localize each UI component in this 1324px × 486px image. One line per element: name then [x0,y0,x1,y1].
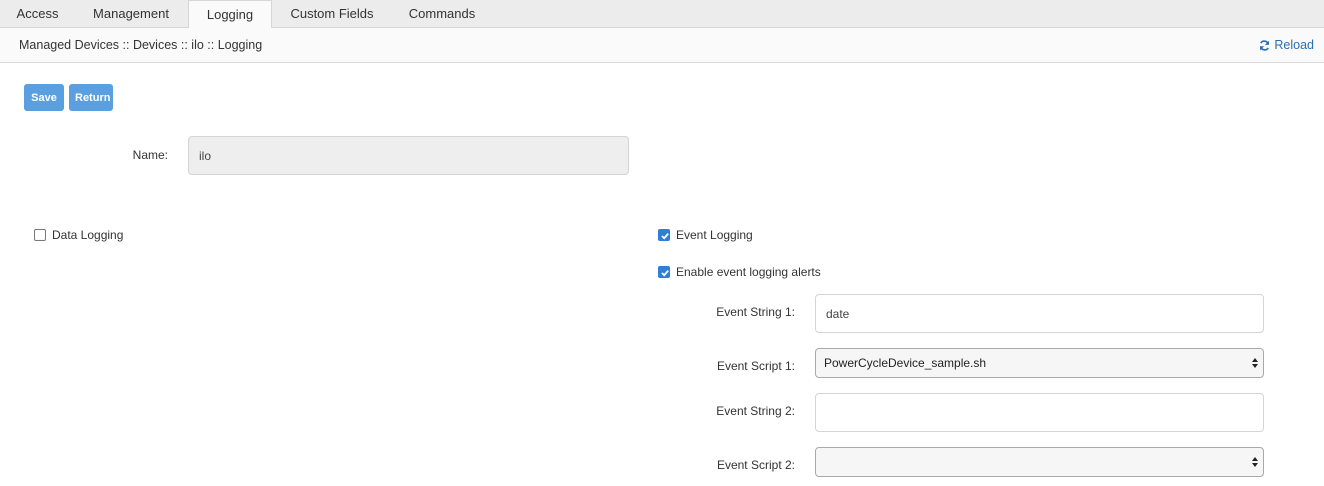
event-alerts-checkbox[interactable]: Enable event logging alerts [658,265,821,279]
return-button[interactable]: Return [69,84,113,111]
select-arrows-icon [1252,457,1258,467]
event-alerts-checkbox-box[interactable] [658,266,670,278]
event-logging-label: Event Logging [676,228,753,242]
event-string-2-input[interactable] [815,393,1264,432]
event-script-1-label: Event Script 1: [716,359,795,373]
data-logging-label: Data Logging [52,228,124,242]
event-string-1-input[interactable]: date [815,294,1264,333]
check-icon [661,233,669,240]
select-arrows-icon [1252,358,1258,368]
tab-bar: Access Management Logging Custom Fields … [0,0,1324,29]
event-alerts-label: Enable event logging alerts [676,265,821,279]
name-field[interactable]: ilo [188,136,629,175]
reload-label: Reload [1274,38,1314,52]
check-icon [661,270,669,277]
tab-commands[interactable]: Commands [392,0,492,28]
event-script-2-select[interactable] [815,447,1264,477]
tab-logging[interactable]: Logging [188,0,272,29]
event-script-2-label: Event Script 2: [716,458,795,472]
event-string-1-value: date [826,306,850,321]
event-logging-checkbox[interactable]: Event Logging [658,228,753,242]
breadcrumb: Managed Devices :: Devices :: ilo :: Log… [19,38,263,52]
event-string-1-label: Event String 1: [716,305,795,319]
save-button[interactable]: Save [24,84,64,111]
reload-button[interactable]: Reload [1259,38,1314,52]
refresh-icon [1260,40,1270,51]
tab-access[interactable]: Access [0,0,75,28]
name-value: ilo [199,148,212,163]
event-string-2-label: Event String 2: [716,404,795,418]
event-script-1-select[interactable]: PowerCycleDevice_sample.sh [815,348,1264,378]
name-label: Name: [132,148,168,162]
breadcrumb-bar: Managed Devices :: Devices :: ilo :: Log… [0,28,1324,63]
data-logging-checkbox-box[interactable] [34,229,46,241]
tab-management[interactable]: Management [75,0,187,28]
event-logging-checkbox-box[interactable] [658,229,670,241]
tab-custom-fields[interactable]: Custom Fields [272,0,392,28]
event-script-1-value: PowerCycleDevice_sample.sh [824,356,987,370]
data-logging-checkbox[interactable]: Data Logging [34,228,123,242]
